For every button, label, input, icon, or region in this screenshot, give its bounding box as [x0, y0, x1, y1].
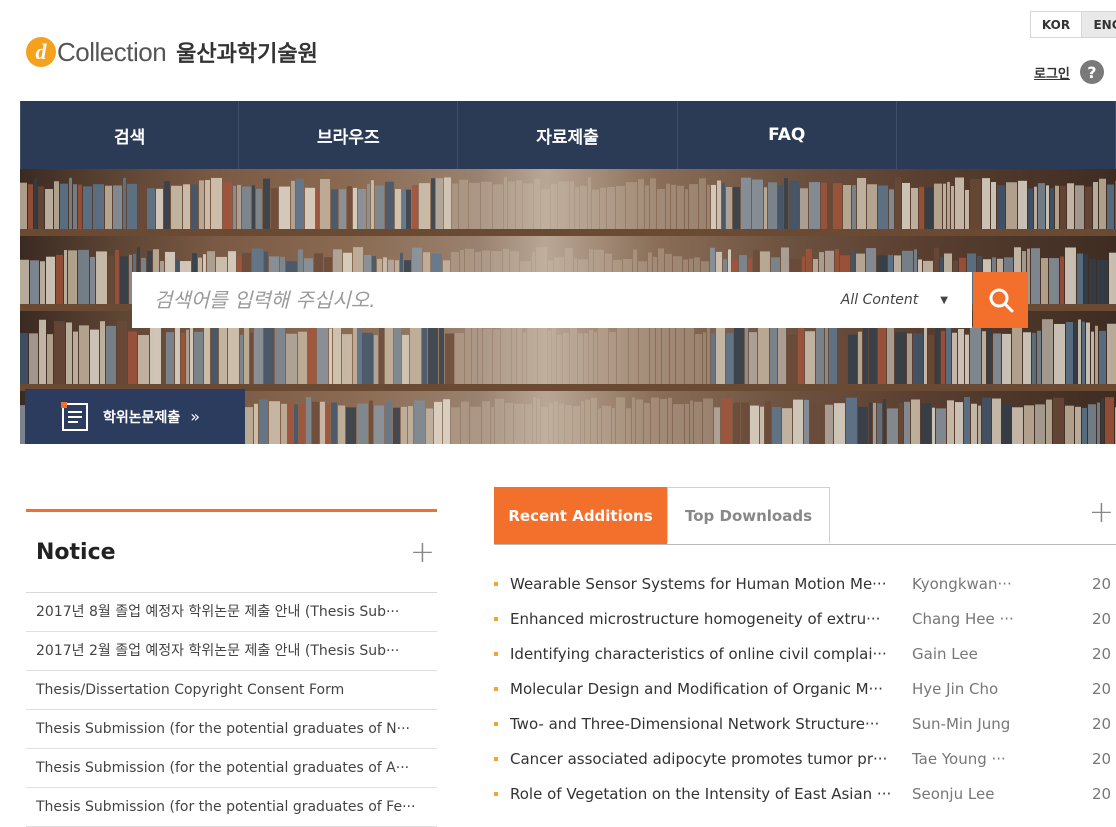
- item-year: 20: [1092, 749, 1112, 768]
- nav-label: 자료제출: [536, 127, 599, 148]
- bullet-icon: [494, 791, 498, 796]
- search-input[interactable]: [132, 271, 841, 329]
- login-area: 로그인 ?: [1034, 60, 1104, 84]
- bullet-icon: [494, 686, 498, 691]
- nav-item-submit[interactable]: 자료제출: [458, 101, 678, 169]
- recent-tabs: Recent Additions Top Downloads +: [494, 487, 1116, 545]
- item-title[interactable]: Molecular Design and Modification of Org…: [510, 680, 912, 698]
- item-year: 20: [1092, 644, 1112, 663]
- list-item[interactable]: 2017년 2월 졸업 예정자 학위논문 제출 안내 (Thesis Sub··…: [26, 632, 437, 671]
- item-year: 20: [1092, 609, 1112, 628]
- logo-text: Collection: [57, 36, 167, 67]
- bullet-icon: [494, 756, 498, 761]
- recent-more-icon[interactable]: +: [1089, 495, 1114, 530]
- search-scope-select[interactable]: All Content: [841, 292, 919, 308]
- item-year: 20: [1092, 679, 1112, 698]
- language-switcher: KOR ENG: [1030, 11, 1116, 38]
- notice-panel: Notice + 2017년 8월 졸업 예정자 학위논문 제출 안내 (The…: [26, 509, 437, 827]
- item-title[interactable]: Role of Vegetation on the Intensity of E…: [510, 785, 912, 803]
- nav-item-search[interactable]: 검색: [20, 101, 240, 169]
- list-item[interactable]: Thesis Submission (for the potential gra…: [26, 788, 437, 827]
- item-author: Sun-Min Jung: [912, 714, 1011, 733]
- list-item[interactable]: Thesis Submission (for the potential gra…: [26, 710, 437, 749]
- main-nav: 검색 브라우즈 자료제출 FAQ: [20, 101, 1116, 169]
- item-year: 20: [1092, 714, 1112, 733]
- list-item[interactable]: Cancer associated adipocyte promotes tum…: [494, 741, 1116, 776]
- item-year: 20: [1092, 574, 1112, 593]
- item-author: Kyongkwan···: [912, 574, 1012, 593]
- hero-banner: All Content ▼ 학위논문제출 »: [20, 169, 1116, 444]
- list-item[interactable]: Two- and Three-Dimensional Network Struc…: [494, 706, 1116, 741]
- notice-more-icon[interactable]: +: [410, 535, 435, 570]
- thesis-submit-label: 학위논문제출: [103, 409, 181, 426]
- search-icon: [989, 288, 1013, 313]
- notice-list: 2017년 8월 졸업 예정자 학위논문 제출 안내 (Thesis Sub··…: [26, 593, 437, 827]
- list-item[interactable]: 2017년 8월 졸업 예정자 학위논문 제출 안내 (Thesis Sub··…: [26, 593, 437, 632]
- bullet-icon: [494, 581, 498, 586]
- nav-label: 브라우즈: [317, 127, 380, 148]
- document-icon: [61, 401, 88, 431]
- item-author: Chang Hee ···: [912, 609, 1014, 628]
- tab-top-downloads[interactable]: Top Downloads: [667, 487, 830, 543]
- double-chevron-right-icon: »: [190, 407, 201, 426]
- list-item[interactable]: Thesis/Dissertation Copyright Consent Fo…: [26, 671, 437, 710]
- item-author: Hye Jin Cho: [912, 679, 999, 698]
- bullet-icon: [494, 616, 498, 621]
- lang-eng-button[interactable]: ENG: [1082, 11, 1116, 38]
- org-name: 울산과학기술원: [176, 42, 318, 67]
- tab-recent-additions[interactable]: Recent Additions: [494, 487, 667, 544]
- login-link[interactable]: 로그인: [1034, 63, 1070, 82]
- item-author: Seonju Lee: [912, 784, 995, 803]
- item-title[interactable]: Wearable Sensor Systems for Human Motion…: [510, 575, 912, 593]
- nav-item-extra[interactable]: [897, 101, 1116, 169]
- item-title[interactable]: Identifying characteristics of online ci…: [510, 645, 912, 663]
- lang-kor-button[interactable]: KOR: [1030, 11, 1082, 38]
- logo-mark-icon: d: [26, 37, 56, 67]
- recent-list: Wearable Sensor Systems for Human Motion…: [494, 566, 1116, 811]
- list-item[interactable]: Enhanced microstructure homogeneity of e…: [494, 601, 1116, 636]
- site-logo[interactable]: d Collection 울산과학기술원: [26, 32, 318, 72]
- chevron-down-icon[interactable]: ▼: [940, 295, 948, 306]
- item-year: 20: [1092, 784, 1112, 803]
- bullet-icon: [494, 721, 498, 726]
- list-item[interactable]: Role of Vegetation on the Intensity of E…: [494, 776, 1116, 811]
- notice-title: Notice: [36, 539, 116, 565]
- item-author: Tae Young ···: [912, 749, 1006, 768]
- search-button[interactable]: [973, 272, 1028, 328]
- help-icon[interactable]: ?: [1079, 60, 1104, 84]
- list-item[interactable]: Thesis Submission (for the potential gra…: [26, 749, 437, 788]
- bullet-icon: [494, 651, 498, 656]
- list-item[interactable]: Identifying characteristics of online ci…: [494, 636, 1116, 671]
- nav-label: FAQ: [768, 125, 806, 145]
- list-item[interactable]: Molecular Design and Modification of Org…: [494, 671, 1116, 706]
- nav-item-faq[interactable]: FAQ: [678, 101, 897, 169]
- item-title[interactable]: Cancer associated adipocyte promotes tum…: [510, 750, 912, 768]
- list-item[interactable]: Wearable Sensor Systems for Human Motion…: [494, 566, 1116, 601]
- search-bar: All Content ▼: [132, 271, 972, 329]
- item-author: Gain Lee: [912, 644, 978, 663]
- nav-item-browse[interactable]: 브라우즈: [239, 101, 459, 169]
- item-title[interactable]: Enhanced microstructure homogeneity of e…: [510, 610, 912, 628]
- item-title[interactable]: Two- and Three-Dimensional Network Struc…: [510, 715, 912, 733]
- notice-header: Notice +: [26, 512, 437, 593]
- nav-label: 검색: [113, 127, 146, 148]
- thesis-submit-button[interactable]: 학위논문제출 »: [25, 389, 245, 444]
